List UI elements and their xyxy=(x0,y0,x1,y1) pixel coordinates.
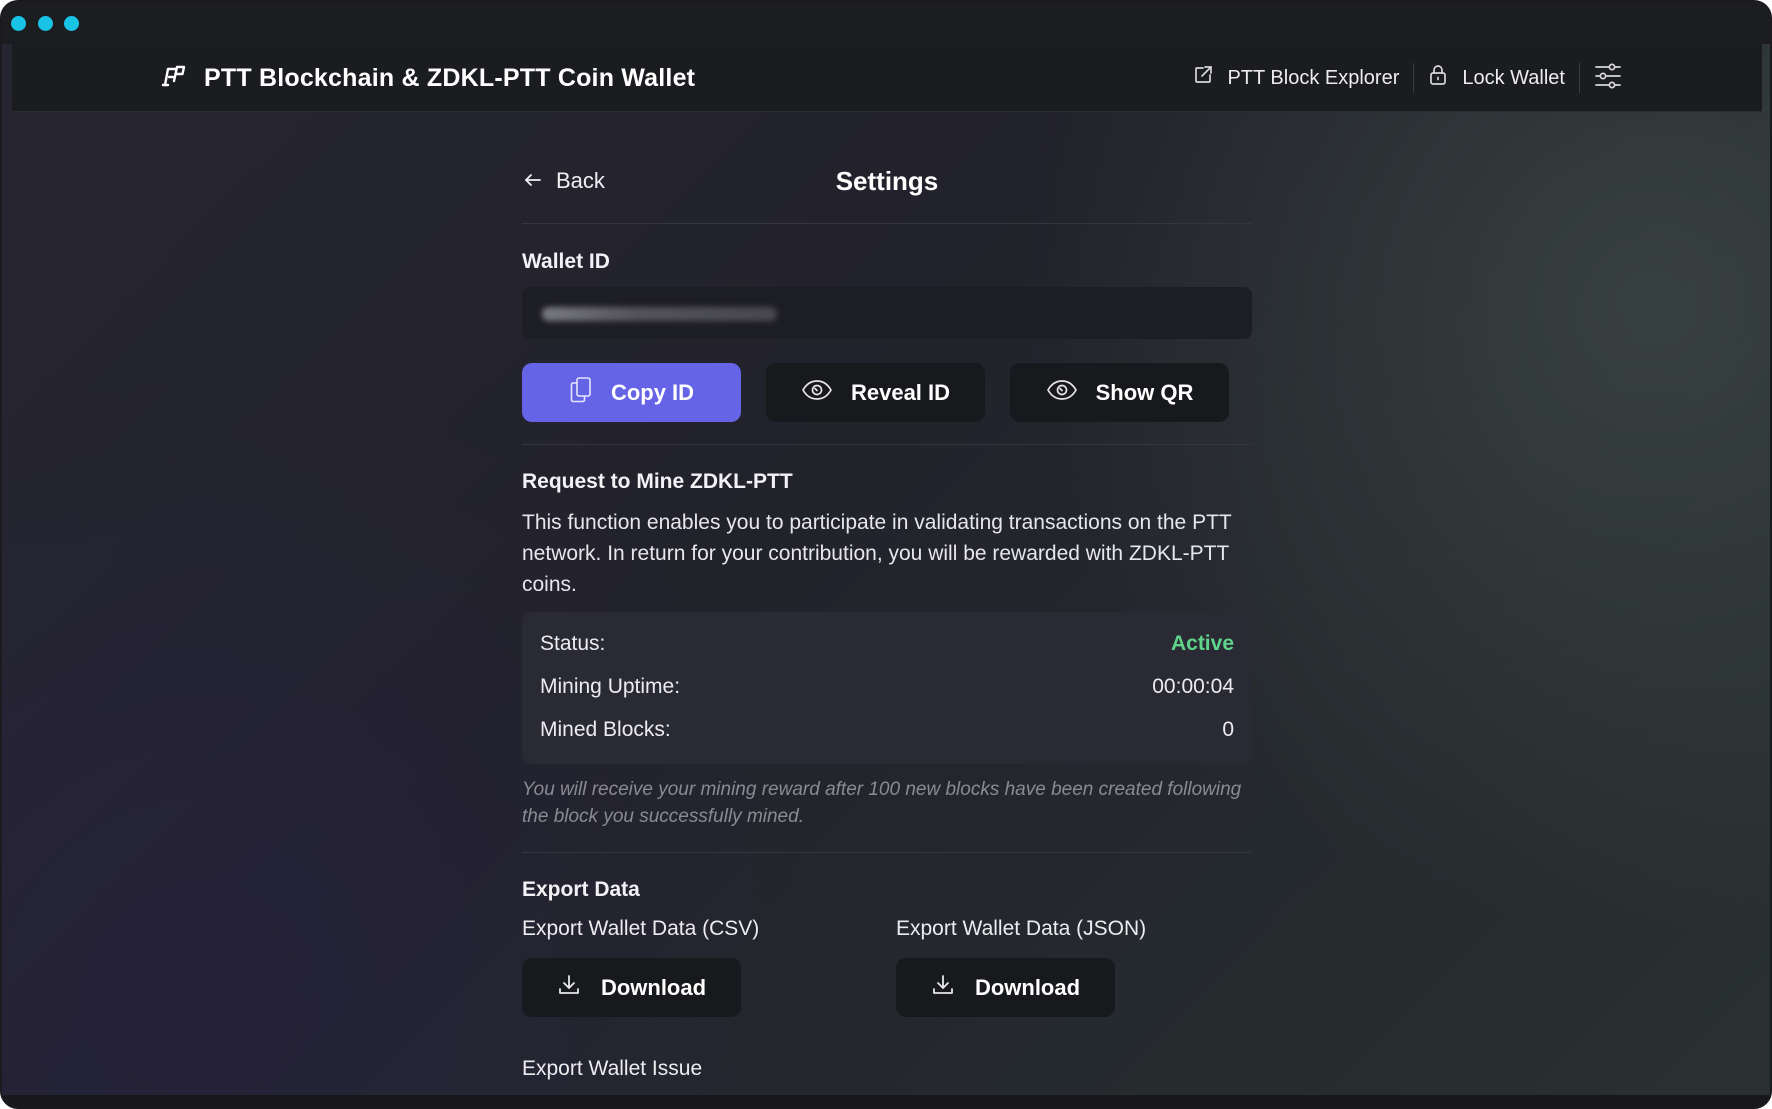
mining-reward-note: You will receive your mining reward afte… xyxy=(522,779,1242,827)
window-maximize-button[interactable] xyxy=(64,16,79,31)
window-titlebar xyxy=(2,2,1770,44)
status-row: Status: Active xyxy=(540,629,1234,659)
section-divider xyxy=(522,444,1252,445)
lock-icon xyxy=(1428,64,1448,92)
uptime-row: Mining Uptime: 00:00:04 xyxy=(540,672,1234,702)
status-badge: Active xyxy=(1170,632,1234,655)
show-qr-button[interactable]: Show QR xyxy=(1010,363,1229,422)
download-json-button[interactable]: Download xyxy=(896,958,1115,1017)
mining-status-card: Status: Active Mining Uptime: 00:00:04 M… xyxy=(522,612,1252,764)
app-title: PTT Blockchain & ZDKL-PTT Coin Wallet xyxy=(204,63,696,92)
reveal-id-button[interactable]: Reveal ID xyxy=(766,363,985,422)
download-json-label: Download xyxy=(974,974,1081,1000)
wallet-id-blurred-value xyxy=(542,307,777,321)
external-link-icon xyxy=(1193,65,1213,91)
lock-wallet-button[interactable]: Lock Wallet xyxy=(1414,64,1579,92)
settings-header: Back Settings xyxy=(522,112,1252,224)
mining-section-title: Request to Mine ZDKL-PTT xyxy=(522,470,793,493)
status-label: Status: xyxy=(540,632,606,655)
copy-icon xyxy=(569,376,593,410)
copy-id-button[interactable]: Copy ID xyxy=(522,363,741,422)
page-title: Settings xyxy=(835,166,939,196)
window-minimize-button[interactable] xyxy=(38,16,53,31)
window-close-button[interactable] xyxy=(11,16,26,31)
ptt-logo-icon xyxy=(160,65,186,92)
download-csv-button[interactable]: Download xyxy=(522,958,741,1017)
eye-icon xyxy=(1046,378,1078,408)
mining-description: This function enables you to participate… xyxy=(522,511,1232,596)
mined-blocks-value: 0 xyxy=(1222,718,1234,741)
export-json-group: Export Wallet Data (JSON) Download xyxy=(896,917,1146,1017)
wallet-id-label: Wallet ID xyxy=(522,250,610,273)
download-csv-label: Download xyxy=(600,974,707,1000)
brand: PTT Blockchain & ZDKL-PTT Coin Wallet xyxy=(160,44,695,112)
export-json-label: Export Wallet Data (JSON) xyxy=(896,917,1147,940)
app-window: PTT Blockchain & ZDKL-PTT Coin Wallet PT… xyxy=(0,0,1772,1109)
lock-wallet-label: Lock Wallet xyxy=(1462,66,1565,89)
show-qr-label: Show QR xyxy=(1095,379,1194,405)
app-header: PTT Blockchain & ZDKL-PTT Coin Wallet PT… xyxy=(12,44,1762,112)
window-bottom-edge xyxy=(2,1095,1770,1107)
mined-blocks-row: Mined Blocks: 0 xyxy=(540,715,1234,745)
block-explorer-link[interactable]: PTT Block Explorer xyxy=(1179,65,1413,91)
mined-blocks-label: Mined Blocks: xyxy=(540,718,671,741)
wallet-id-field[interactable] xyxy=(522,287,1252,339)
sliders-icon xyxy=(1594,63,1622,94)
download-icon xyxy=(557,973,581,1003)
export-csv-label: Export Wallet Data (CSV) xyxy=(522,917,760,940)
settings-panel: Back Settings Wallet ID Copy ID Reveal I… xyxy=(522,112,1252,1107)
wallet-actions: Copy ID Reveal ID Show QR xyxy=(522,363,1229,422)
block-explorer-label: PTT Block Explorer xyxy=(1227,66,1400,89)
export-csv-group: Export Wallet Data (CSV) Download xyxy=(522,917,759,1017)
settings-menu-button[interactable] xyxy=(1580,63,1622,94)
export-section-title: Export Data xyxy=(522,878,640,901)
download-icon xyxy=(931,973,955,1003)
uptime-label: Mining Uptime: xyxy=(540,675,681,698)
eye-icon xyxy=(801,378,833,408)
copy-id-label: Copy ID xyxy=(610,379,695,405)
section-divider xyxy=(522,852,1252,853)
header-nav: PTT Block Explorer Lock Wallet xyxy=(1179,44,1622,112)
uptime-value: 00:00:04 xyxy=(1152,675,1234,698)
export-issue-label: Export Wallet Issue xyxy=(522,1057,703,1080)
reveal-id-label: Reveal ID xyxy=(850,379,951,405)
